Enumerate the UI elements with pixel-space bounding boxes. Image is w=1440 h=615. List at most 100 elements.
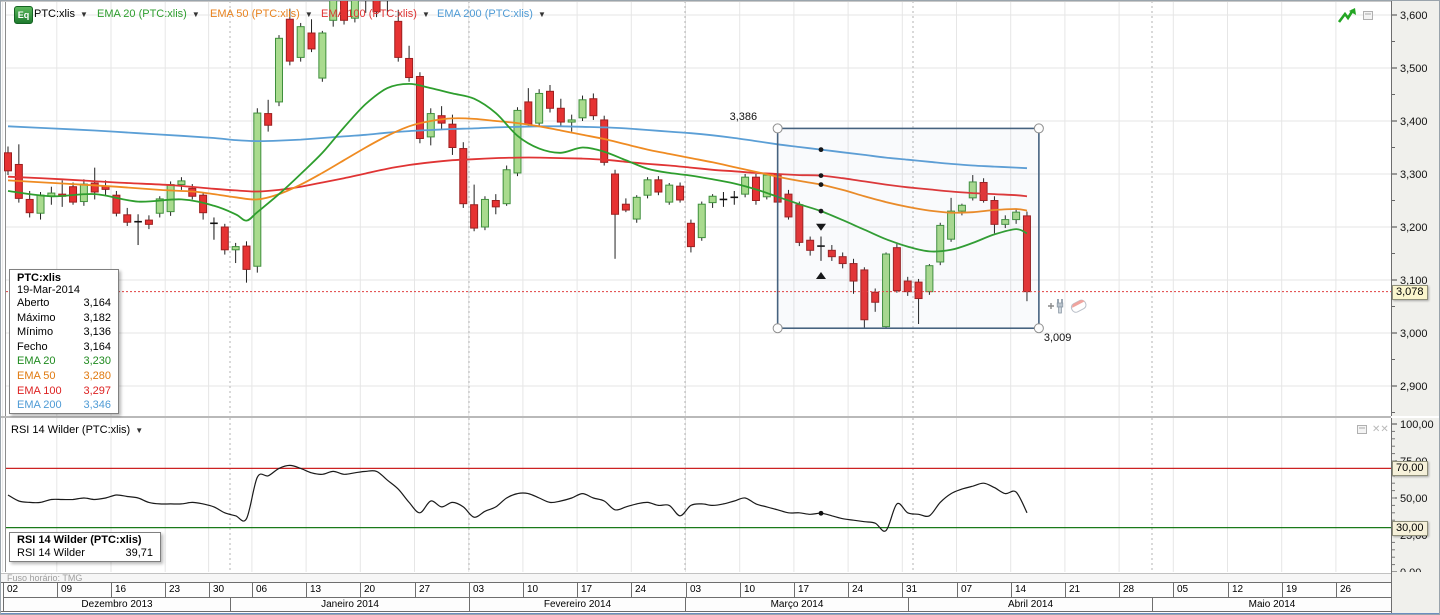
svg-text:3,600: 3,600 [1400, 10, 1428, 22]
svg-text:50,00: 50,00 [1400, 493, 1428, 505]
week-tick: 27 [415, 583, 469, 597]
candle-body [611, 173, 620, 215]
candle-body [665, 184, 674, 203]
week-tick: 10 [740, 583, 794, 597]
tooltip-row: Máximo 3,182 [17, 311, 111, 324]
candle-body [285, 18, 294, 62]
chevron-down-icon[interactable]: ▼ [538, 10, 546, 19]
week-tick: 31 [902, 583, 956, 597]
week-tick: 23 [165, 583, 208, 597]
time-axis[interactable]: 02 09 16 23 30 06 13 20 27 03 10 17 24 03 10 17 24 31 07 14… [1, 582, 1391, 612]
ohlc-tooltip: PTC:xlis 19-Mar-2014 Aberto 3,164 Máximo 3,… [9, 269, 119, 414]
selection-tools [1048, 299, 1087, 314]
restore-window-icon[interactable] [1363, 11, 1373, 20]
eraser-icon[interactable] [1070, 299, 1087, 314]
candle-body [448, 123, 457, 148]
candle-body [4, 152, 12, 172]
candle-body [556, 107, 565, 123]
series-toggle-200[interactable]: EMA 200 (PTC:xlis) ▼ [437, 8, 546, 20]
week-tick: 28 [1119, 583, 1173, 597]
series-toggle-100[interactable]: EMA 100 (PTC:xlis) ▼ [321, 8, 430, 20]
week-tick: 10 [523, 583, 577, 597]
candle-body [546, 90, 554, 109]
week-tick: 14 [1011, 583, 1065, 597]
candle-body [394, 20, 403, 58]
month-cell: Maio 2014 [1152, 597, 1391, 611]
candle-body [654, 179, 663, 193]
symbol-selector[interactable]: PTC:xlis ▼ [34, 8, 88, 20]
candle-body [220, 226, 229, 251]
rsi-value-dot [818, 510, 824, 516]
rsi-tooltip: RSI 14 Wilder (PTC:xlis) RSI 14 Wilder 3… [9, 532, 161, 562]
main-chart-canvas[interactable] [1, 1, 1391, 416]
week-tick: 17 [794, 583, 848, 597]
selection-handle[interactable] [1033, 123, 1044, 134]
close-panel-icon[interactable]: ✕✕ [1372, 425, 1389, 435]
week-tick: 24 [848, 583, 902, 597]
axis-corner [1391, 572, 1439, 613]
candle-body [643, 179, 652, 196]
candle-body [123, 214, 132, 223]
candle-body [264, 113, 273, 126]
rsi-header[interactable]: RSI 14 Wilder (PTC:xlis) ▼ [11, 424, 143, 436]
candle-body [600, 119, 609, 163]
candle-body [480, 198, 489, 228]
chevron-down-icon[interactable]: ▼ [135, 426, 143, 435]
candle-body [524, 101, 533, 125]
candle-body [318, 32, 327, 79]
candle-body [535, 92, 544, 124]
tooltip-row: EMA 200 3,346 [17, 399, 111, 412]
candle-body [242, 245, 251, 270]
add-tool-icon[interactable] [1048, 299, 1064, 314]
restore-panel-icon[interactable] [1357, 425, 1367, 434]
candle-body [697, 203, 706, 239]
selection-handle[interactable] [772, 323, 783, 334]
chevron-down-icon[interactable]: ▼ [192, 10, 200, 19]
series-toggle-50[interactable]: EMA 50 (PTC:xlis) ▼ [210, 8, 313, 20]
candle-body [686, 222, 695, 248]
charting-app-window: Eq PTC:xlis ▼ EMA 20 (PTC:xlis) ▼ EMA 50 (P… [0, 0, 1440, 615]
trend-flash-icon[interactable] [1337, 7, 1357, 25]
chevron-down-icon[interactable]: ▼ [422, 10, 430, 19]
week-tick: 05 [1173, 583, 1227, 597]
selection-box[interactable] [772, 123, 1044, 334]
candle-body [231, 246, 240, 251]
candle-body [491, 200, 500, 208]
rsi-chart-canvas[interactable] [1, 418, 1391, 572]
candle-body [426, 113, 435, 138]
candle-body [578, 99, 587, 119]
month-cell: Fevereiro 2014 [469, 597, 685, 611]
week-tick: 09 [57, 583, 111, 597]
selection-low-label: 3,009 [1043, 332, 1072, 345]
candle-body [513, 109, 522, 174]
candle-body [296, 26, 305, 58]
week-tick: 13 [306, 583, 360, 597]
svg-text:3,000: 3,000 [1400, 328, 1428, 340]
chevron-down-icon[interactable]: ▼ [80, 10, 88, 19]
tooltip-row: EMA 20 3,230 [17, 355, 111, 368]
series-toggle-20[interactable]: EMA 20 (PTC:xlis) ▼ [97, 8, 200, 20]
candle-body [307, 32, 316, 50]
week-tick: 06 [252, 583, 306, 597]
week-tick: 26 [1336, 583, 1391, 597]
tooltip-row: Aberto 3,164 [17, 297, 111, 309]
candle-body [405, 57, 414, 79]
candle-body [25, 198, 34, 214]
rsi-line[interactable] [7, 464, 1028, 532]
week-tick: 24 [631, 583, 685, 597]
month-cell: Dezembro 2013 [3, 597, 230, 611]
candle-body [470, 204, 479, 229]
selection-handle[interactable] [772, 123, 783, 134]
svg-text:3,300: 3,300 [1400, 169, 1428, 181]
candle-body [166, 184, 175, 213]
price-axis[interactable]: 3,600 3,500 3,400 3,300 3,200 3,100 3,000 2,900 [1391, 1, 1439, 416]
panel-divider[interactable] [1, 416, 1391, 418]
week-tick: 20 [360, 583, 414, 597]
rsi-axis[interactable]: 100,0075,0050,0025,000,00 [1391, 418, 1439, 572]
svg-text:2,900: 2,900 [1400, 381, 1428, 393]
selection-handle[interactable] [1033, 323, 1044, 334]
tooltip-row: Fecho 3,164 [17, 340, 111, 353]
week-tick: 12 [1228, 583, 1282, 597]
chevron-down-icon[interactable]: ▼ [305, 10, 313, 19]
svg-text:100,00: 100,00 [1400, 419, 1434, 431]
